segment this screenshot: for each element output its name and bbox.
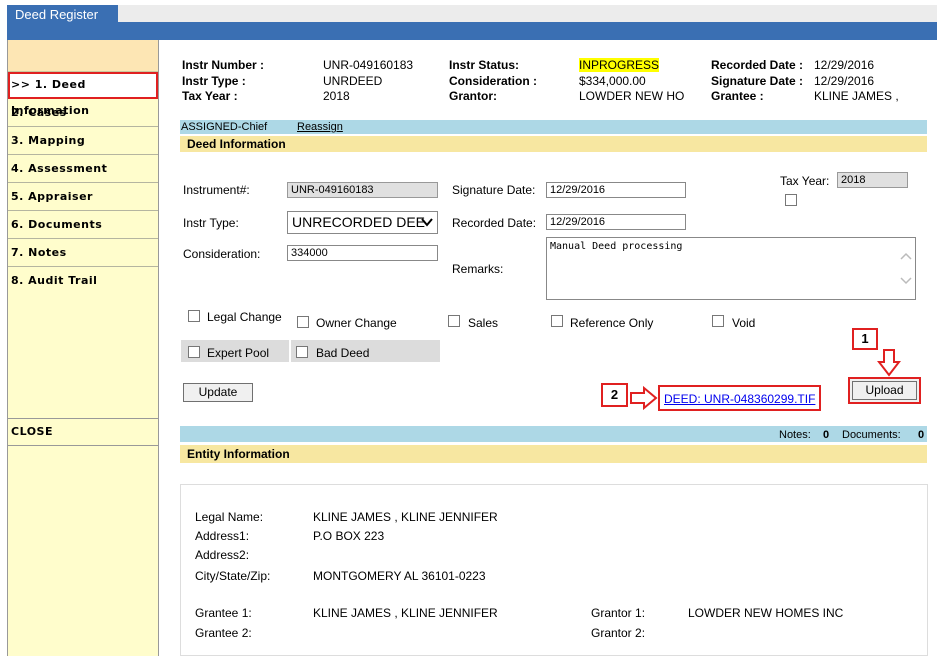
sidebar-item-mapping[interactable]: 3. Mapping [8,128,158,155]
deed-file-link[interactable]: DEED: UNR-048360299.TIF [664,392,815,406]
notes-count: 0 [823,429,830,441]
bad-deed-label: Bad Deed [316,346,370,360]
instr-number-label: Instr Number : [182,58,265,72]
instr-type-label: Instr Type : [182,74,246,88]
tax-year-label: Tax Year : [182,89,238,103]
sidebar-item-appraiser[interactable]: 5. Appraiser [8,184,158,211]
callout-2-marker: 2 [601,383,628,407]
grantee-label: Grantee : [711,89,764,103]
arrow-right-icon [630,386,658,410]
chevron-down-icon [421,218,433,227]
instr-type-selected: UNRECORDED DEE [292,214,426,230]
consideration-field-label: Consideration: [183,247,261,261]
expert-pool-checkbox[interactable] [188,346,200,358]
entity-panel [180,484,928,656]
void-checkbox[interactable] [712,315,724,327]
sidebar-header [8,40,158,72]
instr-type-value: UNRDEED [323,74,383,88]
grantee1-value: KLINE JAMES , KLINE JENNIFER [313,606,498,620]
consideration-label: Consideration : [449,74,538,88]
legal-change-label: Legal Change [207,310,282,324]
bad-deed-checkbox[interactable] [296,346,308,358]
signature-date-label: Signature Date : [711,74,804,88]
address2-label: Address2: [195,548,250,562]
documents-label: Documents: [842,429,901,441]
instr-type-field-label: Instr Type: [183,216,239,230]
tax-year-field-label: Tax Year: [780,174,830,188]
row-divider [289,340,291,362]
notes-label: Notes: [779,429,811,441]
instr-status-label: Instr Status: [449,58,520,72]
recorded-date-field-label: Recorded Date: [452,216,537,230]
recorded-date-value: 12/29/2016 [814,58,875,72]
sidebar: >> 1. Deed Information 2. Cases 3. Mappi… [7,40,159,656]
signature-date-field[interactable]: 12/29/2016 [546,182,686,198]
sales-label: Sales [468,316,499,330]
tab-strip [118,5,937,23]
signature-date-value: 12/29/2016 [814,74,875,88]
tax-year-checkbox[interactable] [785,194,797,206]
grantor1-value: LOWDER NEW HOMES INC [688,606,844,620]
notes-bar [180,426,927,442]
sidebar-item-audit-trail[interactable]: 8. Audit Trail [8,268,158,295]
sidebar-item-cases[interactable]: 2. Cases [8,100,158,127]
upload-button[interactable]: Upload [852,381,917,400]
legal-name-label: Legal Name: [195,510,264,524]
grantor-value: LOWDER NEW HO [579,89,685,103]
sales-checkbox[interactable] [448,315,460,327]
grantor1-label: Grantor 1: [591,606,646,620]
instrument-label: Instrument#: [183,183,250,197]
address1-label: Address1: [195,529,250,543]
tax-year-field[interactable]: 2018 [837,172,908,188]
file-link-highlight: DEED: UNR-048360299.TIF [658,385,821,411]
legal-name-value: KLINE JAMES , KLINE JENNIFER [313,510,498,524]
signature-date-field-label: Signature Date: [452,183,536,197]
sidebar-item-notes[interactable]: 7. Notes [8,240,158,267]
arrow-down-icon [877,349,901,377]
remarks-label: Remarks: [452,262,504,276]
sidebar-item-documents[interactable]: 6. Documents [8,212,158,239]
instr-number-value: UNR-049160183 [323,58,414,72]
sidebar-item-deed-information[interactable]: >> 1. Deed Information [8,72,158,117]
tax-year-value: 2018 [323,89,350,103]
city-state-zip-label: City/State/Zip: [195,569,271,583]
instr-type-select[interactable]: UNRECORDED DEE [287,211,438,234]
grantee2-label: Grantee 2: [195,626,252,640]
grantee-value: KLINE JAMES , [814,89,899,103]
deed-information-header: Deed Information [180,136,927,152]
consideration-value: $334,000.00 [579,74,646,88]
entity-information-header: Entity Information [180,445,927,463]
instr-status-value: INPROGRESS [579,58,660,72]
legal-change-checkbox[interactable] [188,310,200,322]
grantee1-label: Grantee 1: [195,606,252,620]
sidebar-close[interactable]: CLOSE [8,418,158,446]
owner-change-checkbox[interactable] [297,316,309,328]
grantor-label: Grantor: [449,89,497,103]
sidebar-item-assessment[interactable]: 4. Assessment [8,156,158,183]
documents-count: 0 [918,429,925,441]
update-button[interactable]: Update [183,383,253,402]
assigned-to: ASSIGNED-Chief [181,121,268,133]
consideration-field[interactable]: 334000 [287,245,438,261]
callout-1-marker: 1 [852,328,878,350]
remarks-text: Manual Deed processing [550,241,683,252]
scroll-up-icon[interactable] [900,252,912,260]
reference-only-checkbox[interactable] [551,315,563,327]
header-bar [7,22,937,40]
grantor2-label: Grantor 2: [591,626,646,640]
scroll-down-icon[interactable] [900,277,912,285]
reference-only-label: Reference Only [570,316,654,330]
address1-value: P.O BOX 223 [313,529,385,543]
recorded-date-field[interactable]: 12/29/2016 [546,214,686,230]
city-state-zip-value: MONTGOMERY AL 36101-0223 [313,569,486,583]
instrument-field[interactable]: UNR-049160183 [287,182,438,198]
void-label: Void [732,316,756,330]
assigned-bar [180,120,927,134]
reassign-link[interactable]: Reassign [297,121,343,133]
expert-pool-label: Expert Pool [207,346,270,360]
recorded-date-label: Recorded Date : [711,58,804,72]
upload-highlight: Upload [848,377,921,404]
owner-change-label: Owner Change [316,316,397,330]
remarks-textarea[interactable]: Manual Deed processing [546,237,916,300]
